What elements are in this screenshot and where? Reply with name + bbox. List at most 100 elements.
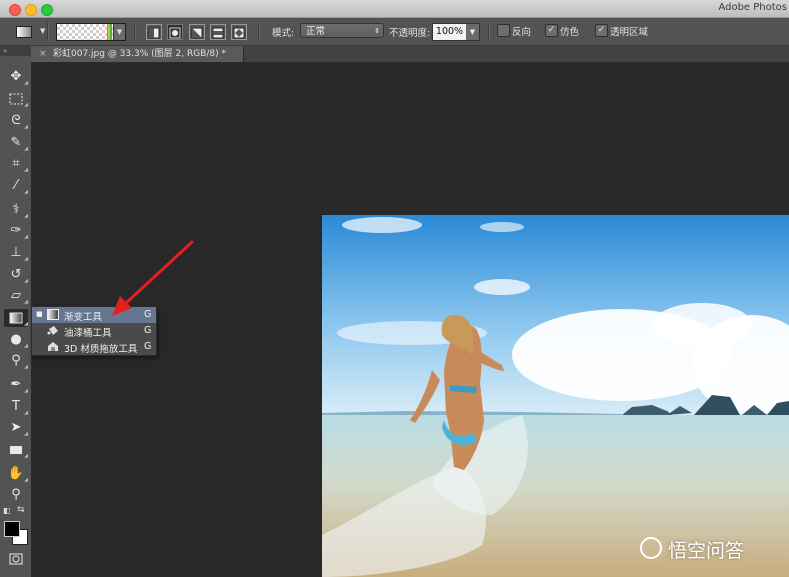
blur-icon: ● xyxy=(10,332,22,347)
radial-gradient-button[interactable] xyxy=(167,24,183,40)
move-tool[interactable]: ✥ ◢ xyxy=(4,68,28,86)
3d-material-drop-icon xyxy=(48,342,58,351)
chevron-down-icon: ▼ xyxy=(40,27,46,35)
healing-brush-icon: ⚕ xyxy=(12,202,20,217)
quick-selection-icon: ✎ xyxy=(10,135,22,150)
marquee-icon xyxy=(9,93,23,105)
swap-colors-icon[interactable]: ⇆ xyxy=(17,505,25,515)
watermark-text: 悟空问答 xyxy=(668,540,745,562)
app-title: Adobe Photos xyxy=(718,2,787,13)
minimize-window-button[interactable] xyxy=(25,4,37,16)
flyout-item-gradient-tool[interactable]: ■ 渐变工具 G xyxy=(32,307,156,323)
path-selection-tool[interactable]: ➤ ◢ xyxy=(4,419,28,437)
transparency-checkbox[interactable]: ✓ xyxy=(595,24,608,37)
gradient-preview xyxy=(107,24,112,40)
document-image[interactable] xyxy=(322,215,789,577)
close-window-button[interactable] xyxy=(9,4,21,16)
gradient-tool-icon xyxy=(16,26,32,38)
foreground-color-swatch[interactable] xyxy=(4,521,20,537)
lasso-tool[interactable]: ᘓ ◢ xyxy=(4,112,28,130)
options-bar: ▼ ▼ 模式: 正常 ⇕ 不透明度: xyxy=(0,18,789,46)
pen-icon: ✒ xyxy=(10,377,22,392)
wukong-logo-icon xyxy=(640,537,662,559)
flyout-item-3d-material-drop-tool[interactable]: 3D 材质拖放工具 G xyxy=(32,339,156,355)
crop-tool[interactable]: ⌗ ◢ xyxy=(4,155,28,173)
opacity-label: 不透明度: xyxy=(389,28,431,39)
opacity-input[interactable]: 100% xyxy=(432,23,467,41)
radial-gradient-icon xyxy=(169,27,181,39)
clone-stamp-tool[interactable]: ⊥ ◢ xyxy=(4,244,28,262)
eyedropper-icon: ⁄ xyxy=(14,178,18,193)
flyout-item-shortcut: G xyxy=(144,341,152,352)
flyout-item-shortcut: G xyxy=(144,309,152,320)
dodge-tool[interactable]: ⚲ ◢ xyxy=(4,352,28,370)
paint-bucket-icon xyxy=(47,326,58,335)
eyedropper-tool[interactable]: ⁄ ◢ xyxy=(4,177,28,195)
type-icon: T xyxy=(12,399,20,414)
tool-flyout-menu: ■ 渐变工具 G 油漆桶工具 G 3D 材质拖放工具 G xyxy=(31,306,157,356)
healing-brush-tool[interactable]: ⚕ ◢ xyxy=(4,201,28,219)
brush-icon: ✑ xyxy=(10,223,22,238)
tools-panel: » ✥ ◢ ◢ ᘓ ◢ ✎ ◢ ⌗ ◢ ⁄ ◢ ⚕ ◢ ✑ ◢ ⊥ ◢ ↺ ◢ ▱ ◢ ◢ ● ◢ ⚲… xyxy=(0,46,32,577)
dodge-icon: ⚲ xyxy=(11,353,21,368)
hand-tool[interactable]: ✋ ◢ xyxy=(4,465,28,483)
brush-tool[interactable]: ✑ ◢ xyxy=(4,222,28,240)
linear-gradient-button[interactable] xyxy=(146,24,162,40)
quick-selection-tool[interactable]: ✎ ◢ xyxy=(4,134,28,152)
path-selection-icon: ➤ xyxy=(10,420,22,435)
mode-label: 模式: xyxy=(272,28,295,39)
default-colors-icon[interactable]: ◧ xyxy=(3,506,11,515)
blend-mode-select[interactable]: 正常 ⇕ xyxy=(300,23,384,38)
chevron-down-icon[interactable]: ▼ xyxy=(113,24,125,40)
diamond-gradient-button[interactable] xyxy=(231,24,247,40)
gradient-icon xyxy=(9,312,23,324)
beach-photo xyxy=(322,215,789,577)
document-tab[interactable]: × 彩虹007.jpg @ 33.3% (图层 2, RGB/8) * xyxy=(31,46,244,62)
divider xyxy=(258,22,260,41)
gradient-picker[interactable]: ▼ xyxy=(56,23,126,41)
document-tab-bar: × 彩虹007.jpg @ 33.3% (图层 2, RGB/8) * xyxy=(31,46,789,63)
reflected-gradient-button[interactable] xyxy=(210,24,226,40)
angle-gradient-button[interactable] xyxy=(189,24,205,40)
flyout-item-label: 油漆桶工具 xyxy=(64,328,112,339)
lasso-icon: ᘓ xyxy=(11,113,21,128)
hand-icon: ✋ xyxy=(7,466,25,481)
divider xyxy=(47,22,49,41)
divider xyxy=(134,22,136,41)
linear-gradient-icon xyxy=(148,27,160,39)
watermark: 悟空问答 xyxy=(640,535,786,563)
flyout-item-label: 3D 材质拖放工具 xyxy=(64,344,138,355)
zoom-window-button[interactable] xyxy=(41,4,53,16)
crop-icon: ⌗ xyxy=(12,156,20,171)
blur-tool[interactable]: ● ◢ xyxy=(4,331,28,349)
move-icon: ✥ xyxy=(10,69,22,84)
type-tool[interactable]: T ◢ xyxy=(4,398,28,416)
flyout-item-label: 渐变工具 xyxy=(64,312,103,323)
quick-mask-button[interactable] xyxy=(4,550,28,568)
dither-label: 仿色 xyxy=(560,27,580,38)
angle-gradient-icon xyxy=(191,27,203,39)
history-brush-tool[interactable]: ↺ ◢ xyxy=(4,266,28,284)
close-tab-icon[interactable]: × xyxy=(39,46,47,62)
tool-preset-picker[interactable]: ▼ xyxy=(14,23,45,39)
zoom-tool[interactable]: ⚲ xyxy=(4,486,28,504)
gradient-tool[interactable]: ◢ xyxy=(4,309,28,327)
rectangle-icon xyxy=(10,446,22,454)
history-brush-icon: ↺ xyxy=(10,267,22,282)
eraser-icon: ▱ xyxy=(11,288,21,303)
flyout-item-paint-bucket-tool[interactable]: 油漆桶工具 G xyxy=(32,323,156,339)
zoom-icon: ⚲ xyxy=(11,487,21,502)
rectangle-tool[interactable]: ◢ xyxy=(4,441,28,459)
reflected-gradient-icon xyxy=(212,27,224,39)
panel-collapse-icon[interactable]: » xyxy=(0,46,31,56)
reverse-checkbox[interactable] xyxy=(497,24,510,37)
marquee-tool[interactable]: ◢ xyxy=(4,90,28,108)
flyout-item-shortcut: G xyxy=(144,325,152,336)
selected-bullet-icon: ■ xyxy=(36,310,43,318)
document-tab-title: 彩虹007.jpg @ 33.3% (图层 2, RGB/8) * xyxy=(53,49,226,59)
pen-tool[interactable]: ✒ ◢ xyxy=(4,376,28,394)
stamp-icon: ⊥ xyxy=(10,245,22,260)
eraser-tool[interactable]: ▱ ◢ xyxy=(4,287,28,305)
opacity-slider-toggle[interactable]: ▼ xyxy=(466,23,480,41)
dither-checkbox[interactable]: ✓ xyxy=(545,24,558,37)
